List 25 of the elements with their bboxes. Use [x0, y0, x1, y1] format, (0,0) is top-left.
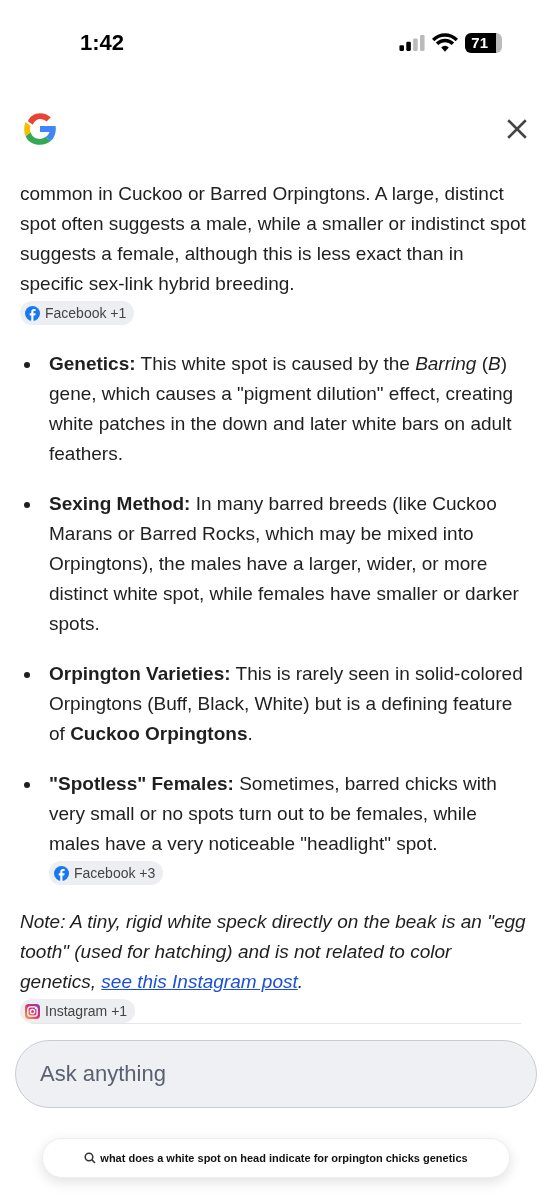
bullet-icon: [24, 362, 30, 368]
status-time: 1:42: [80, 29, 125, 56]
facebook-icon: [25, 305, 40, 321]
facebook-icon: [54, 865, 69, 881]
source-chip[interactable]: Instagram +1: [20, 999, 136, 1023]
source-chip[interactable]: Facebook +1: [20, 301, 135, 325]
body-text: common in Cuckoo or Barred Orpingtons. A large, distinct spot often suggests a male, while a smaller or indistinct spot suggests a female, although this is less exact than in specific sex-link hybrid breeding.: [20, 182, 527, 296]
wifi-icon: [432, 33, 459, 53]
bullet-text: "Spotless" Females: Sometimes, barred chicks with very small or no spots turn out to be females, while males have a very noticeable "headlight" spot.: [49, 772, 498, 856]
source-chip[interactable]: Facebook +3: [49, 861, 164, 885]
bullet-icon: [24, 672, 30, 678]
close-icon: [506, 118, 528, 141]
instagram-icon: [25, 1003, 40, 1019]
note-text: Note: A tiny, rigid white speck directly on the beak is an "egg tooth" (used for hatching) and is not related to color genetics, see this Instagram post.: [20, 910, 527, 994]
instagram-link[interactable]: see this Instagram post: [101, 971, 298, 992]
signal-icon: [399, 34, 426, 51]
query-suggestion-button[interactable]: what does a white spot on head indicate for orpington chicks genetics: [42, 1138, 510, 1178]
bullet-text: Orpington Varieties: This is rarely seen in solid-colored Orpingtons (Buff, Black, White) but is a defining feature of Cuckoo Orpingtons.: [49, 662, 524, 746]
bullet-icon: [24, 502, 30, 508]
ask-input-field[interactable]: Ask anything: [15, 1040, 537, 1108]
battery-indicator: 71: [465, 32, 502, 53]
bullet-icon: [24, 782, 30, 788]
bullet-text: Sexing Method: In many barred breeds (like Cuckoo Marans or Barred Rocks, which may be mixed into Orpingtons), the males have a larger, wider, or more distinct white spot, while females have smaller or darker spots.: [49, 492, 520, 636]
bullet-text: Genetics: This white spot is caused by the Barring (B) gene, which causes a "pigment dilution" effect, creating white patches in the down and later white bars on adult feathers.: [49, 352, 515, 466]
search-icon: [84, 1152, 97, 1164]
